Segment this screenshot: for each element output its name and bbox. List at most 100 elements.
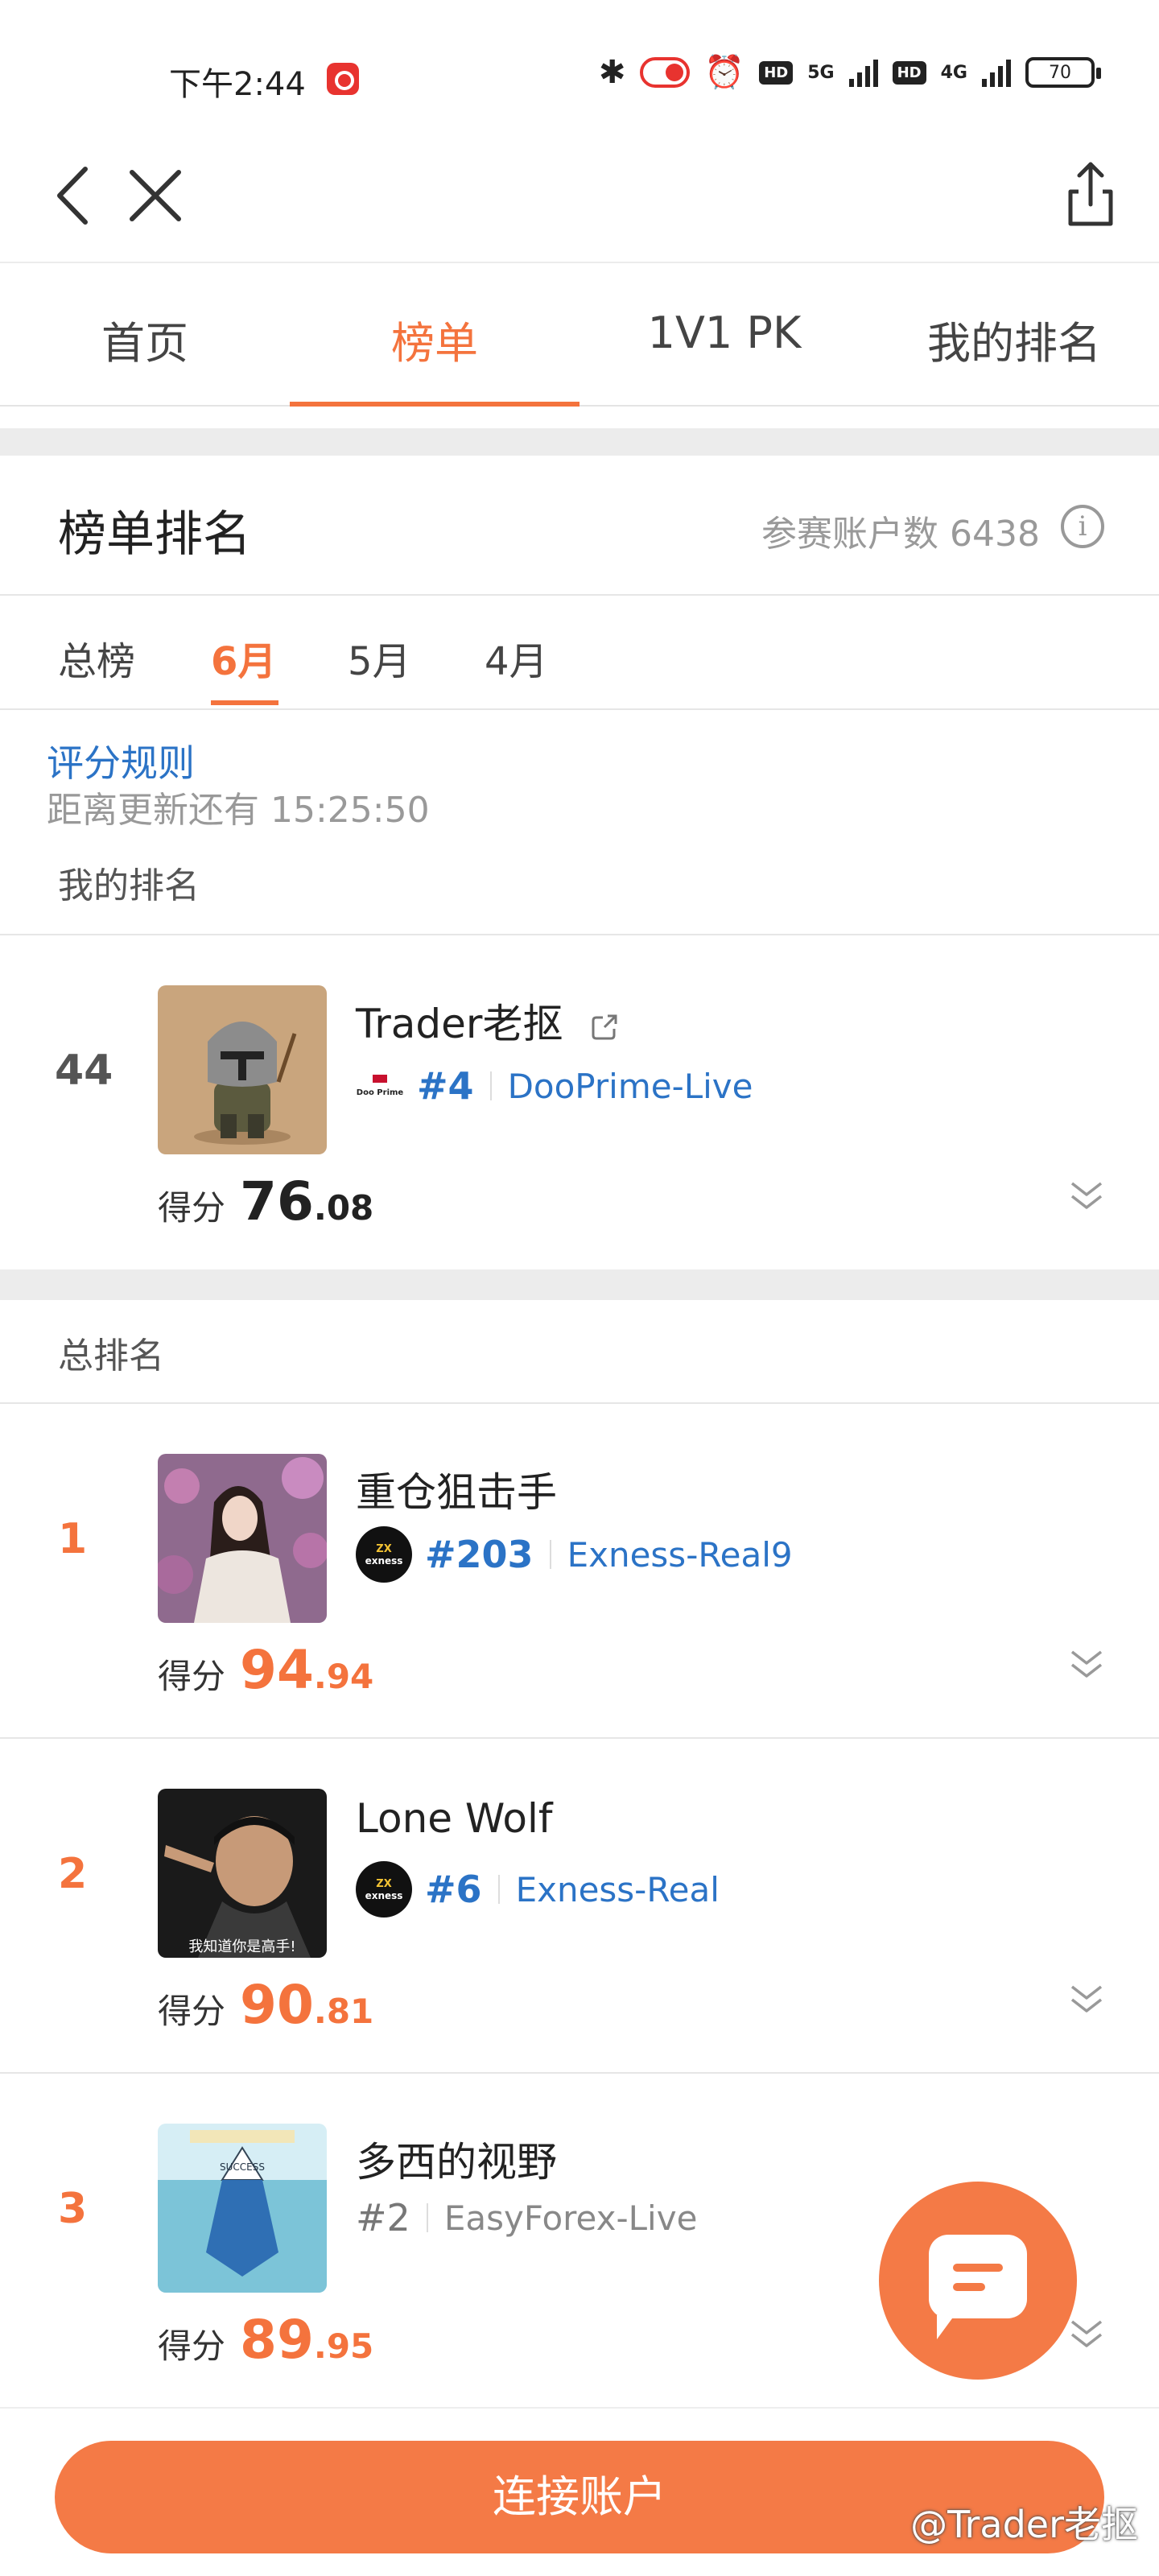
tab-home[interactable]: 首页 (0, 263, 290, 405)
broker-rank: #2 (356, 2196, 410, 2240)
section-divider (0, 428, 1159, 456)
avatar (158, 985, 327, 1154)
avatar-caption: 我知道你是高手! (188, 1938, 295, 1955)
chat-fab-button[interactable] (879, 2182, 1077, 2380)
avatar: SUCCESS (158, 2124, 327, 2293)
watermark: @Trader老抠 (910, 2503, 1138, 2546)
broker-info: ZX exness #6 Exness-Real (356, 1861, 720, 1918)
avatar: 我知道你是高手! (158, 1789, 327, 1958)
separator (426, 2203, 428, 2232)
section-divider-2 (0, 1269, 1159, 1300)
rank-number: 44 (55, 1046, 113, 1095)
battery-icon: 70 (1025, 57, 1101, 88)
separator (497, 1875, 500, 1904)
nav-bar (0, 129, 1159, 258)
score-integer: 90 (240, 1974, 314, 2036)
score-label: 得分 (158, 1657, 226, 1696)
broker-info: Doo Prime #4 DooPrime-Live (356, 1058, 753, 1114)
user-name-text: Trader老抠 (356, 1001, 563, 1047)
recording-toggle-icon (640, 57, 691, 88)
score-label: 得分 (158, 1992, 226, 2031)
broker-rank: #4 (417, 1064, 474, 1108)
alarm-icon: ⏰ (704, 54, 745, 91)
user-name[interactable]: 重仓狙击手 (356, 1460, 557, 1518)
broker-rank: #6 (425, 1868, 482, 1911)
rank-number: 2 (58, 1850, 88, 1898)
separator (489, 1071, 492, 1100)
user-name[interactable]: Lone Wolf (356, 1795, 553, 1842)
avatar (158, 1454, 327, 1623)
tab-my-ranking[interactable]: 我的排名 (869, 263, 1159, 405)
user-name[interactable]: 多西的视野 (356, 2130, 557, 2188)
score-decimal: .81 (313, 1992, 374, 2031)
update-countdown: 距离更新还有 15:25:50 (47, 790, 430, 831)
tab-april[interactable]: 4月 (485, 630, 548, 686)
tab-may[interactable]: 5月 (348, 630, 411, 686)
score: 得分 94 .94 (158, 1639, 373, 1701)
rank-number: 1 (58, 1515, 88, 1563)
score-integer: 89 (240, 2309, 314, 2371)
ranking-row[interactable]: 2 我知道你是高手! Lone Wolf ZX exness #6 Exness-… (0, 1737, 1159, 2071)
svg-text:SUCCESS: SUCCESS (220, 2161, 265, 2173)
tab-june[interactable]: 6月 (211, 630, 276, 686)
dooprime-logo-icon: Doo Prime (356, 1058, 404, 1114)
bottom-bar: 连接账户 @Trader老抠 (0, 2407, 1159, 2576)
status-icons: ✱ ⏰ HD 5G HD 4G 70 (598, 54, 1101, 91)
network-5g-label: 5G (807, 62, 835, 83)
score: 得分 89 .95 (158, 2309, 373, 2371)
chevron-down-icon[interactable] (1064, 1645, 1109, 1684)
score-decimal: .95 (313, 2326, 374, 2366)
exness-logo-icon: ZX exness (356, 1861, 412, 1918)
broker-server[interactable]: DooPrime-Live (508, 1067, 753, 1106)
broker-server[interactable]: Exness-Real9 (567, 1535, 793, 1575)
bluetooth-icon: ✱ (598, 54, 626, 91)
status-bar: 下午2:44 ✱ ⏰ HD 5G HD 4G 70 (0, 0, 1159, 121)
close-icon[interactable] (119, 159, 192, 232)
total-rank-label: 总排名 (58, 1335, 164, 1377)
notification-app-icon (327, 63, 359, 95)
page-title: 榜单排名 (58, 506, 251, 563)
chat-icon (929, 2235, 1027, 2339)
rank-number: 3 (58, 2185, 88, 2233)
chevron-down-icon[interactable] (1064, 1177, 1109, 1216)
chevron-down-icon[interactable] (1064, 1980, 1109, 2019)
broker-rank: #203 (425, 1533, 534, 1576)
score: 得分 76 .08 (158, 1170, 373, 1232)
exness-logo-icon: ZX exness (356, 1526, 412, 1583)
active-tab-indicator (211, 700, 278, 705)
hd-icon-2: HD (892, 60, 926, 85)
info-icon[interactable]: i (1061, 505, 1104, 548)
ranking-header: 榜单排名 参赛账户数 6438 i (0, 455, 1159, 596)
signal-icon-2 (982, 58, 1011, 87)
score-decimal: .94 (313, 1657, 374, 1696)
broker-info: #2 EasyForex-Live (356, 2196, 697, 2240)
scoring-rules-link[interactable]: 评分规则 (47, 734, 195, 787)
external-link-icon[interactable] (590, 1013, 619, 1042)
score-integer: 94 (240, 1639, 314, 1701)
user-name[interactable]: Trader老抠 (356, 992, 619, 1050)
broker-server[interactable]: Exness-Real (516, 1870, 720, 1909)
back-icon[interactable] (39, 159, 111, 232)
my-rank-card[interactable]: 44 Trader老抠 Doo Prime #4 DooPrime-Live 得… (0, 934, 1159, 1268)
tab-overall[interactable]: 总榜 (58, 630, 135, 686)
ranking-row[interactable]: 1 重仓狙击手 ZX exness #203 Exness-Real9 得分 94… (0, 1402, 1159, 1736)
score-label: 得分 (158, 1188, 226, 1228)
status-time: 下午2:44 (169, 66, 306, 103)
separator (549, 1540, 551, 1569)
period-tabs: 总榜 6月 5月 4月 (0, 597, 1159, 710)
tab-leaderboard[interactable]: 榜单 (290, 263, 580, 407)
chevron-down-icon[interactable] (1064, 2315, 1109, 2354)
tab-1v1-pk[interactable]: 1V1 PK (580, 263, 869, 405)
participant-count: 参赛账户数 6438 (761, 514, 1040, 555)
score-integer: 76 (240, 1170, 314, 1232)
my-rank-label: 我的排名 (58, 865, 200, 906)
signal-icon (848, 58, 878, 87)
broker-server: EasyForex-Live (443, 2198, 698, 2238)
network-4g-label: 4G (940, 62, 967, 83)
broker-info: ZX exness #203 Exness-Real9 (356, 1526, 793, 1583)
score-label: 得分 (158, 2326, 226, 2366)
score: 得分 90 .81 (158, 1974, 373, 2036)
hd-icon: HD (759, 60, 794, 85)
score-decimal: .08 (313, 1188, 374, 1228)
share-icon[interactable] (1054, 158, 1127, 230)
